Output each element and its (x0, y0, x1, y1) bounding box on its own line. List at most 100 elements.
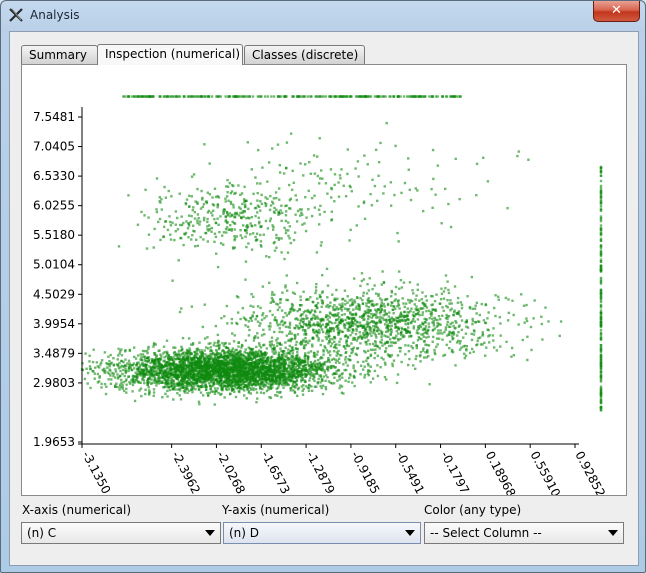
scatter-point (187, 337, 191, 340)
scatter-point (296, 325, 299, 328)
scatter-point (338, 343, 341, 347)
scatter-point (106, 371, 109, 374)
scatter-point (441, 332, 444, 335)
scatter-point (315, 304, 318, 307)
scatter-point (120, 348, 123, 351)
scatter-point (171, 279, 174, 282)
title-bar[interactable]: Analysis ✕ (1, 1, 645, 31)
scatter-point (141, 353, 145, 356)
scatter-point (457, 331, 460, 334)
scatter-point (194, 355, 197, 358)
scatter-point (342, 363, 345, 366)
scatter-point (404, 344, 407, 347)
scatter-point (389, 304, 393, 307)
scatter-point (332, 329, 335, 333)
scatter-point (497, 298, 500, 301)
scatter-point (203, 303, 206, 306)
scatter-point (437, 337, 441, 340)
scatter-point (486, 328, 489, 331)
scatter-point (521, 338, 525, 342)
scatter-point (216, 333, 220, 337)
scatter-point (399, 312, 402, 316)
tab-summary[interactable]: Summary (21, 45, 98, 64)
scatter-point (397, 302, 400, 305)
scatter-point (268, 340, 272, 344)
scatter-point (362, 314, 365, 317)
close-button[interactable]: ✕ (593, 1, 640, 22)
scatter-point (99, 363, 102, 366)
scatter-point (294, 326, 297, 330)
scatter-point (248, 375, 252, 379)
scatter-point (284, 341, 287, 344)
scatter-point (270, 336, 274, 339)
scatter-point (155, 354, 158, 357)
scatter-point (427, 328, 430, 332)
app-x-icon (9, 8, 23, 22)
scatter-point (319, 320, 323, 323)
scatter-point (337, 327, 340, 330)
scatter-point (279, 357, 282, 360)
scatter-point (296, 368, 300, 371)
scatter-point (263, 332, 266, 336)
tab-inspection[interactable]: Inspection (numerical) (97, 44, 243, 65)
scatter-point (192, 370, 195, 373)
scatter-point (499, 345, 502, 348)
scatter-point (404, 353, 407, 356)
scatter-point (260, 353, 263, 356)
scatter-point (336, 324, 339, 328)
scatter-point (376, 321, 379, 324)
scatter-point (284, 378, 287, 382)
scatter-point (423, 340, 426, 343)
scatter-point (293, 333, 296, 337)
scatter-point (277, 353, 281, 357)
scatter-point (442, 290, 446, 293)
scatter-point (346, 336, 350, 340)
scatter-point (278, 343, 282, 346)
scatter-point (380, 356, 383, 360)
scatter-point (217, 380, 220, 384)
scatter-point (397, 339, 400, 342)
scatter-point (388, 344, 391, 348)
scatter-point (303, 363, 307, 367)
scatter-point (368, 321, 371, 325)
scatter-point (365, 304, 368, 308)
scatter-point (257, 366, 260, 369)
scatter-point (273, 318, 276, 322)
scatter-point (354, 332, 358, 336)
scatter-point (221, 341, 224, 345)
scatter-point (125, 391, 128, 394)
scatter-point (197, 366, 201, 370)
tab-classes[interactable]: Classes (discrete) (244, 45, 365, 64)
scatter-point (498, 315, 502, 319)
scatter-point (181, 352, 184, 356)
scatter-point (255, 345, 258, 349)
scatter-point (388, 311, 391, 314)
scatter-point (420, 337, 423, 341)
scatter-point (510, 355, 513, 358)
scatter-point (452, 310, 456, 314)
scatter-point (249, 387, 252, 390)
scatter-point (375, 329, 379, 332)
scatter-point (388, 324, 391, 328)
scatter-point (212, 344, 216, 347)
scatter-point (401, 327, 404, 331)
scatter-point (384, 330, 388, 334)
scatter-point (143, 381, 146, 385)
scatter-point (380, 283, 384, 286)
scatter-point (370, 334, 373, 337)
scatter-point (363, 310, 367, 313)
scatter-point (263, 351, 266, 355)
scatter-point (253, 336, 256, 340)
scatter-point (433, 299, 437, 303)
scatter-point (337, 316, 341, 319)
scatter-point (269, 322, 272, 325)
scatter-point (145, 366, 148, 369)
scatter-point (165, 361, 169, 364)
scatter-point (456, 301, 460, 304)
scatter-point (281, 319, 284, 323)
scatter-point (218, 363, 221, 366)
scatter-point (163, 356, 166, 359)
scatter-point (321, 274, 324, 277)
scatter-point (320, 299, 323, 302)
scatter-point (198, 380, 202, 383)
